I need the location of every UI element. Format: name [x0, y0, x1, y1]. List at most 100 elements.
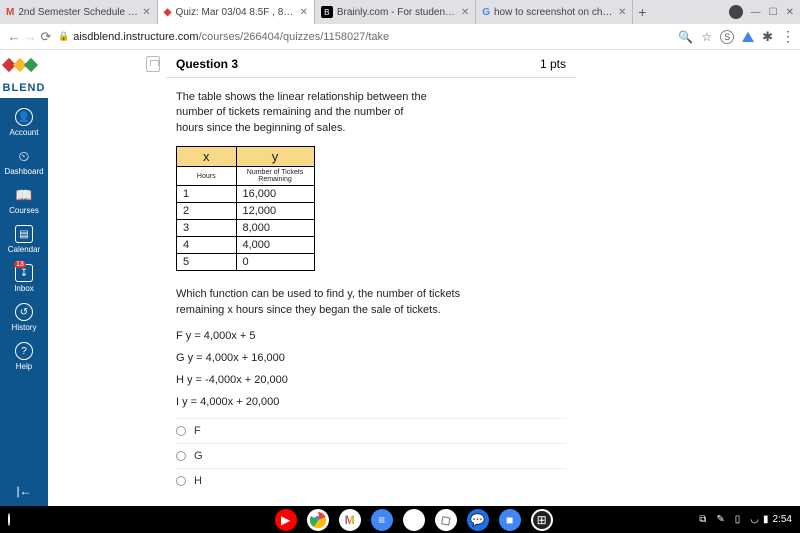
table-row: 212,000	[177, 203, 315, 220]
blend-logo-icon	[0, 60, 40, 80]
table-subheader-x: Hours	[177, 167, 237, 186]
google-icon: G	[482, 7, 490, 18]
close-icon[interactable]: ✕	[461, 7, 469, 18]
tab-title: how to screenshot on chromeb	[494, 7, 614, 18]
sidebar-item-dashboard[interactable]: ⏲ Dashboard	[4, 147, 43, 176]
browser-tab-strip: M 2nd Semester Schedule - brand ✕ ◆ Quiz…	[0, 0, 800, 24]
courses-icon: 📖	[15, 186, 33, 204]
lock-icon[interactable]: 🔒	[58, 31, 69, 42]
table-header-x: x	[177, 147, 237, 167]
sidebar-item-label: Courses	[9, 206, 39, 215]
table-row: 116,000	[177, 186, 315, 203]
question-header: Question 3 1 pts	[166, 50, 576, 78]
sidebar-item-label: History	[12, 323, 37, 332]
option-text-f: F y = 4,000x + 5	[176, 330, 566, 342]
sidebar-item-label: Calendar	[8, 245, 40, 254]
main-content: BLEND 👤 Account ⏲ Dashboard 📖 Courses ▤ …	[0, 50, 800, 506]
history-icon: ↺	[15, 303, 33, 321]
pen-icon[interactable]: ✎	[716, 514, 724, 525]
wifi-icon: ◡	[750, 514, 759, 525]
radio-icon[interactable]	[176, 426, 186, 436]
window-close-icon[interactable]: ✕	[786, 7, 794, 18]
browser-tab-active[interactable]: ◆ Quiz: Mar 03/04 8.5F , 8.5I Slop ✕	[158, 0, 315, 24]
sidebar-item-help[interactable]: ? Help	[15, 342, 33, 371]
new-tab-button[interactable]: +	[633, 4, 651, 20]
url-display[interactable]: aisdblend.instructure.com/courses/266404…	[73, 31, 389, 43]
maximize-icon[interactable]: ☐	[769, 7, 778, 18]
app-icon[interactable]: ⊞	[531, 509, 553, 531]
clock: 2:54	[773, 514, 792, 525]
sidebar-item-label: Help	[16, 362, 32, 371]
play-store-icon[interactable]: ▶	[403, 509, 425, 531]
brand-logo[interactable]: BLEND	[0, 50, 48, 98]
question-body: The table shows the linear relationship …	[166, 78, 576, 506]
table-row: 50	[177, 254, 315, 271]
chrome-app-icon[interactable]	[307, 509, 329, 531]
roblox-app-icon[interactable]: ◻	[433, 507, 458, 532]
flag-question-button[interactable]	[146, 56, 160, 72]
drive-icon[interactable]	[742, 32, 754, 42]
radio-icon[interactable]	[176, 476, 186, 486]
sidebar-item-label: Inbox	[14, 284, 34, 293]
close-icon[interactable]: ✕	[299, 7, 307, 18]
chrome-os-shelf: ▶ M ≡ ▶ ◻ 💬 ■ ⊞ ⧉ ✎ ▯ ◡ ▮ 2:54	[0, 506, 800, 533]
media-icon[interactable]	[729, 5, 743, 19]
table-header-y: y	[236, 147, 314, 167]
question-points: 1 pts	[540, 57, 566, 71]
minimize-icon[interactable]: —	[751, 7, 761, 18]
star-icon[interactable]: ☆	[701, 30, 712, 44]
close-icon[interactable]: ✕	[142, 7, 150, 18]
youtube-app-icon[interactable]: ▶	[275, 509, 297, 531]
phone-icon[interactable]: ▯	[735, 514, 741, 525]
docs-app-icon[interactable]: ≡	[371, 509, 393, 531]
battery-icon: ▮	[763, 514, 769, 525]
sidebar-item-inbox[interactable]: ↧ 13 Inbox	[14, 264, 34, 293]
extension-s-icon[interactable]: S	[720, 30, 734, 44]
inbox-badge: 13	[14, 261, 26, 268]
sidebar-item-courses[interactable]: 📖 Courses	[9, 186, 39, 215]
option-text-g: G y = 4,000x + 16,000	[176, 352, 566, 364]
answer-choice-g[interactable]: G	[176, 443, 566, 468]
back-button[interactable]: ←	[6, 29, 22, 44]
answer-label: H	[194, 475, 202, 487]
sidebar-item-calendar[interactable]: ▤ Calendar	[8, 225, 40, 254]
close-icon[interactable]: ✕	[618, 7, 626, 18]
answer-label: F	[194, 425, 201, 437]
gmail-app-icon[interactable]: M	[339, 509, 361, 531]
zoom-icon[interactable]: 🔍	[678, 30, 693, 44]
tab-title: Quiz: Mar 03/04 8.5F , 8.5I Slop	[175, 7, 295, 18]
browser-tab[interactable]: M 2nd Semester Schedule - brand ✕	[0, 0, 158, 24]
messages-app-icon[interactable]: 💬	[467, 509, 489, 531]
browser-tab[interactable]: B Brainly.com - For students. By s ✕	[315, 0, 476, 24]
help-icon: ?	[15, 342, 33, 360]
reload-button[interactable]: ⟳	[38, 29, 54, 45]
sidebar-item-label: Account	[10, 128, 39, 137]
sidebar-item-history[interactable]: ↺ History	[12, 303, 37, 332]
quiz-content: Question 3 1 pts The table shows the lin…	[48, 50, 800, 506]
browser-tab[interactable]: G how to screenshot on chromeb ✕	[476, 0, 633, 24]
question-intro: The table shows the linear relationship …	[176, 90, 566, 136]
extensions-icon[interactable]: ✱	[762, 29, 773, 45]
answer-choice-f[interactable]: F	[176, 418, 566, 443]
address-bar: ← → ⟳ 🔒 aisdblend.instructure.com/course…	[0, 24, 800, 50]
sidebar-item-label: Dashboard	[4, 167, 43, 176]
question-number: Question 3	[176, 57, 238, 71]
menu-icon[interactable]: ⋮	[781, 28, 794, 45]
status-tray[interactable]: ◡ ▮ 2:54	[750, 514, 792, 525]
option-text-h: H y = -4,000x + 20,000	[176, 374, 566, 386]
table-row: 44,000	[177, 237, 315, 254]
sidebar-item-account[interactable]: 👤 Account	[10, 108, 39, 137]
gmail-icon: M	[6, 7, 14, 18]
answer-choice-h[interactable]: H	[176, 468, 566, 493]
data-table: xy HoursNumber of Tickets Remaining 116,…	[176, 146, 315, 271]
calendar-icon: ▤	[15, 225, 33, 243]
brand-text: BLEND	[0, 82, 48, 94]
launcher-button[interactable]	[8, 513, 10, 526]
overview-icon[interactable]: ⧉	[699, 514, 706, 525]
dashboard-icon: ⏲	[15, 147, 33, 165]
tab-title: Brainly.com - For students. By s	[337, 7, 457, 18]
radio-icon[interactable]	[176, 451, 186, 461]
sidebar-collapse-button[interactable]: |←	[16, 484, 31, 498]
zoom-app-icon[interactable]: ■	[499, 509, 521, 531]
table-subheader-y: Number of Tickets Remaining	[236, 167, 314, 186]
